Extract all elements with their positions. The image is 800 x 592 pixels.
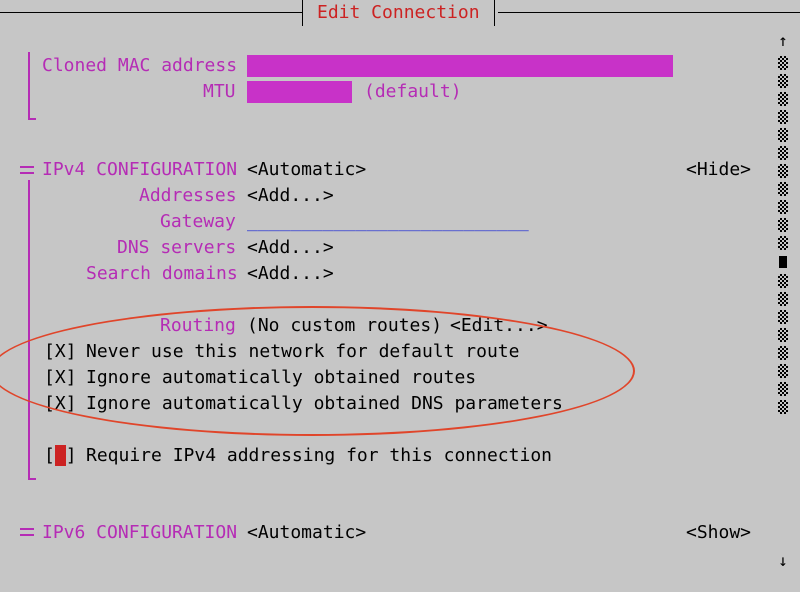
- scroll-down-arrow-icon[interactable]: ↓: [774, 548, 792, 574]
- scroll-track-segment: [778, 382, 788, 396]
- scrollbar-track[interactable]: [774, 52, 792, 418]
- never-default-route-label: Never use this network for default route: [86, 341, 520, 362]
- scroll-track-segment: [778, 146, 788, 160]
- ipv4-mode-select[interactable]: <Automatic>: [247, 159, 366, 181]
- window-title: Edit Connection: [302, 0, 495, 26]
- mtu-label: MTU: [203, 81, 236, 102]
- scroll-track-segment: [778, 218, 788, 232]
- window-frame-top-left: [0, 12, 302, 13]
- scrollbar-thumb[interactable]: [779, 256, 787, 268]
- ipv6-section-label: IPv6 CONFIGURATION: [42, 522, 238, 543]
- dns-servers-add-button[interactable]: <Add...>: [247, 237, 334, 259]
- checkbox-open-bracket: [: [44, 445, 55, 466]
- ipv4-section-label: IPv4 CONFIGURATION: [42, 159, 238, 180]
- scroll-up-arrow-icon[interactable]: ↑: [774, 28, 792, 54]
- gateway-label: Gateway: [160, 211, 236, 232]
- mtu-default-hint: (default): [364, 81, 462, 102]
- window-frame-top-right: [498, 12, 800, 13]
- scroll-track-segment: [778, 364, 788, 378]
- group-bracket-top: [28, 52, 30, 118]
- cloned-mac-input[interactable]: ________________________________________…: [247, 55, 673, 77]
- scroll-track-segment: [778, 164, 788, 178]
- dns-servers-label: DNS servers: [117, 237, 237, 258]
- addresses-label: Addresses: [139, 185, 237, 206]
- group-bracket-top-end: [28, 118, 36, 120]
- scroll-track-segment: [778, 346, 788, 360]
- ipv6-section-marker-2: [20, 534, 34, 536]
- search-domains-add-button[interactable]: <Add...>: [247, 263, 334, 285]
- ignore-routes-checkbox[interactable]: [X]: [44, 367, 77, 389]
- ignore-routes-label: Ignore automatically obtained routes: [86, 367, 477, 388]
- never-default-route-checkbox[interactable]: [X]: [44, 341, 77, 363]
- ipv6-mode-select[interactable]: <Automatic>: [247, 522, 366, 544]
- ipv4-hide-button[interactable]: <Hide>: [686, 159, 751, 181]
- routing-label: Routing: [160, 315, 236, 336]
- ipv4-section-marker: [20, 166, 34, 168]
- scroll-track-segment: [778, 182, 788, 196]
- routing-value: (No custom routes): [247, 315, 443, 336]
- routing-edit-button[interactable]: <Edit...>: [450, 315, 548, 337]
- ipv4-group-bracket: [28, 180, 30, 478]
- ipv6-section-marker: [20, 528, 34, 530]
- scroll-track-segment: [778, 236, 788, 250]
- scroll-track-segment: [778, 400, 788, 414]
- require-ipv4-label: Require IPv4 addressing for this connect…: [86, 445, 552, 466]
- scroll-track-segment: [778, 274, 788, 288]
- search-domains-label: Search domains: [86, 263, 238, 284]
- scroll-track-segment: [778, 56, 788, 70]
- addresses-add-button[interactable]: <Add...>: [247, 185, 334, 207]
- scroll-track-segment: [778, 74, 788, 88]
- gateway-input[interactable]: __________________________: [247, 211, 529, 233]
- scroll-track-segment: [778, 200, 788, 214]
- ipv6-show-button[interactable]: <Show>: [686, 522, 751, 544]
- scroll-track-segment: [778, 328, 788, 342]
- ignore-dns-label: Ignore automatically obtained DNS parame…: [86, 393, 563, 414]
- cloned-mac-label: Cloned MAC address: [42, 55, 238, 76]
- focus-cursor: [54, 445, 66, 466]
- ipv4-group-bracket-end: [28, 478, 36, 480]
- checkbox-close-bracket: ]: [65, 445, 77, 466]
- scroll-track-segment: [778, 110, 788, 124]
- scroll-track-segment: [778, 292, 788, 306]
- scroll-track-segment: [778, 310, 788, 324]
- ignore-dns-checkbox[interactable]: [X]: [44, 393, 77, 415]
- scroll-track-segment: [778, 128, 788, 142]
- mtu-input[interactable]: __________: [247, 81, 352, 103]
- ipv4-section-marker-2: [20, 172, 34, 174]
- scroll-track-segment: [778, 92, 788, 106]
- require-ipv4-checkbox[interactable]: [ ]: [44, 445, 77, 467]
